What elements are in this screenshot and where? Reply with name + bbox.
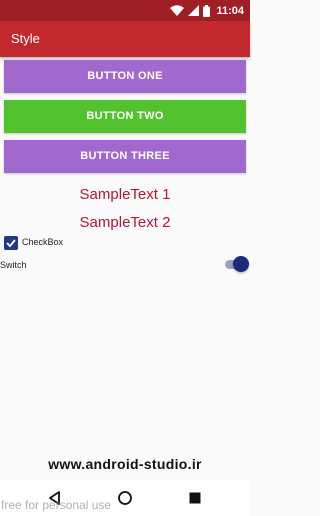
button-two[interactable]: BUTTON TWO bbox=[4, 100, 246, 133]
recent-apps-icon[interactable] bbox=[186, 489, 204, 507]
home-icon[interactable] bbox=[116, 489, 134, 507]
checkbox[interactable] bbox=[4, 236, 18, 250]
status-icons: 11:04 bbox=[170, 3, 244, 18]
switch-label: Switch bbox=[0, 260, 27, 270]
watermark-text: www.android-studio.ir bbox=[48, 456, 202, 472]
footer-watermark: free for personal use bbox=[1, 498, 112, 512]
sample-text-2: SampleText 2 bbox=[79, 214, 171, 231]
app-title: Style bbox=[11, 31, 40, 46]
signal-icon bbox=[188, 5, 200, 16]
checkbox-label: CheckBox bbox=[22, 237, 64, 247]
wifi-icon bbox=[170, 5, 185, 16]
switch-thumb[interactable] bbox=[233, 256, 249, 272]
status-bar: 11:04 bbox=[0, 0, 250, 21]
button-three[interactable]: BUTTON THREE bbox=[4, 140, 246, 173]
battery-icon bbox=[203, 4, 211, 17]
checkmark-icon bbox=[6, 239, 16, 248]
button-one[interactable]: BUTTON ONE bbox=[4, 60, 246, 93]
status-time: 11:04 bbox=[216, 4, 244, 17]
sample-text-1: SampleText 1 bbox=[79, 186, 171, 203]
app-bar: Style bbox=[0, 21, 250, 57]
